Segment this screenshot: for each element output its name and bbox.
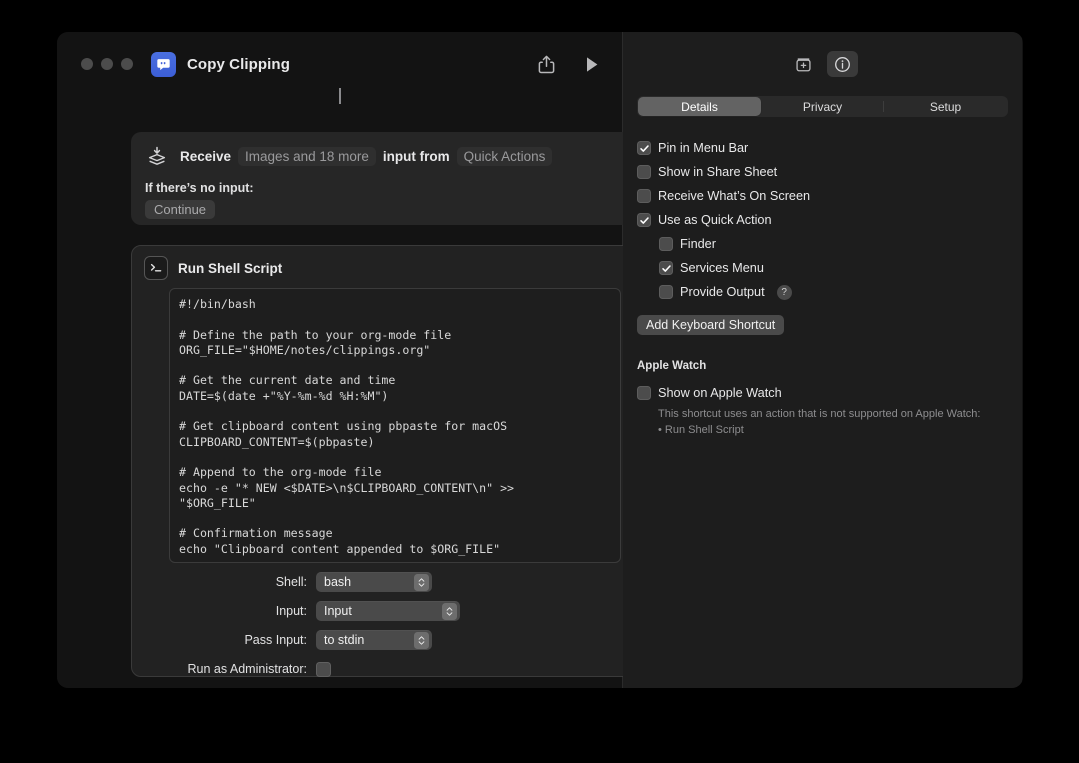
checkbox-icon bbox=[637, 165, 651, 179]
option-services-menu[interactable]: Services Menu bbox=[637, 256, 1008, 280]
share-icon[interactable] bbox=[534, 52, 558, 76]
no-input-label: If there’s no input: bbox=[145, 181, 254, 195]
editor-pane: Copy Clipping Receive Images and 18 more… bbox=[57, 32, 663, 688]
shortcuts-window: Copy Clipping Receive Images and 18 more… bbox=[57, 32, 1023, 688]
receive-connector: input from bbox=[382, 148, 450, 164]
apple-watch-note: This shortcut uses an action that is not… bbox=[637, 407, 1008, 438]
tab-privacy-label: Privacy bbox=[802, 99, 843, 114]
help-icon[interactable]: ? bbox=[776, 284, 792, 300]
checkbox-icon bbox=[659, 237, 673, 251]
checkbox-icon bbox=[659, 285, 673, 299]
insertion-caret bbox=[339, 88, 341, 104]
option-label: Provide Output bbox=[680, 285, 765, 299]
run-shell-script-card[interactable]: Run Shell Script #!/bin/bash # Define th… bbox=[131, 245, 663, 677]
shell-options-form: Shell: bash Input: Input Pass Input: to … bbox=[132, 568, 664, 684]
option-show-on-apple-watch[interactable]: Show on Apple Watch bbox=[637, 381, 1008, 405]
shell-field-label: Shell: bbox=[275, 575, 307, 589]
pass-input-field-label: Pass Input: bbox=[244, 633, 307, 647]
checkbox-icon bbox=[637, 189, 651, 203]
play-icon[interactable] bbox=[580, 52, 604, 76]
tab-setup-label: Setup bbox=[929, 99, 962, 114]
input-select[interactable]: Input bbox=[316, 601, 460, 621]
apple-watch-note-line1: This shortcut uses an action that is not… bbox=[658, 408, 981, 420]
add-action-icon[interactable] bbox=[788, 51, 819, 77]
traffic-lights bbox=[81, 58, 133, 70]
zoom-button[interactable] bbox=[121, 58, 133, 70]
option-use-as-quick-action[interactable]: Use as Quick Action bbox=[637, 208, 1008, 232]
input-field-label: Input: bbox=[275, 604, 307, 618]
option-label: Show in Share Sheet bbox=[658, 165, 778, 179]
pass-input-field-row: Pass Input: to stdin bbox=[132, 626, 664, 654]
add-keyboard-shortcut-button[interactable]: Add Keyboard Shortcut bbox=[637, 315, 785, 335]
option-receive-whats-on-screen[interactable]: Receive What’s On Screen bbox=[637, 184, 1008, 208]
run-as-administrator-row: Run as Administrator: bbox=[132, 655, 664, 683]
page-title: Copy Clipping bbox=[187, 55, 290, 73]
receive-action-card[interactable]: Receive Images and 18 more input from Qu… bbox=[131, 132, 659, 225]
shell-select-value: bash bbox=[324, 575, 352, 589]
checkbox-icon bbox=[637, 386, 651, 400]
close-button[interactable] bbox=[81, 58, 93, 70]
option-label: Pin in Menu Bar bbox=[658, 141, 749, 155]
receive-source-pill[interactable]: Quick Actions bbox=[456, 146, 553, 166]
pass-input-select[interactable]: to stdin bbox=[316, 630, 432, 650]
shell-field-row: Shell: bash bbox=[132, 568, 664, 596]
option-finder[interactable]: Finder bbox=[637, 232, 1008, 256]
checkbox-checked-icon bbox=[659, 261, 673, 275]
info-circle-icon[interactable] bbox=[826, 51, 858, 77]
tab-privacy[interactable]: Privacy bbox=[761, 97, 884, 116]
run-as-administrator-checkbox[interactable] bbox=[316, 661, 331, 677]
chevron-updown-icon bbox=[414, 631, 429, 649]
option-label: Services Menu bbox=[680, 261, 764, 275]
chevron-updown-icon bbox=[414, 573, 429, 591]
receive-types-pill[interactable]: Images and 18 more bbox=[238, 146, 376, 166]
tab-setup[interactable]: Setup bbox=[884, 97, 1007, 116]
run-as-administrator-label: Run as Administrator: bbox=[187, 662, 308, 676]
receive-verb: Receive bbox=[180, 148, 232, 164]
titlebar-actions bbox=[534, 32, 604, 96]
script-editor[interactable]: #!/bin/bash # Define the path to your or… bbox=[169, 288, 621, 563]
terminal-icon bbox=[144, 256, 168, 280]
shell-card-header: Run Shell Script bbox=[144, 256, 650, 280]
tab-details[interactable]: Details bbox=[638, 97, 761, 116]
no-input-value-pill[interactable]: Continue bbox=[145, 200, 216, 219]
option-label: Receive What’s On Screen bbox=[658, 189, 811, 203]
shell-select[interactable]: bash bbox=[316, 572, 432, 592]
input-field-row: Input: Input bbox=[132, 597, 664, 625]
tab-details-label: Details bbox=[681, 99, 718, 114]
apple-watch-section-header: Apple Watch bbox=[637, 360, 707, 372]
option-label: Use as Quick Action bbox=[658, 213, 772, 227]
chevron-updown-icon bbox=[442, 602, 457, 620]
speech-bubble-icon bbox=[151, 51, 176, 77]
receive-row: Receive Images and 18 more input from Qu… bbox=[145, 144, 645, 168]
shell-card-title: Run Shell Script bbox=[178, 260, 283, 276]
pass-input-select-value: to stdin bbox=[324, 633, 365, 647]
apple-watch-note-line2: • Run Shell Script bbox=[658, 423, 744, 436]
option-label: Finder bbox=[680, 237, 716, 251]
option-pin-in-menu-bar[interactable]: Pin in Menu Bar bbox=[637, 136, 1008, 160]
script-source-text: #!/bin/bash # Define the path to your or… bbox=[179, 297, 515, 556]
option-show-in-share-sheet[interactable]: Show in Share Sheet bbox=[637, 160, 1008, 184]
option-label: Show on Apple Watch bbox=[658, 386, 782, 400]
minimize-button[interactable] bbox=[101, 58, 113, 70]
receive-layers-icon bbox=[145, 144, 169, 168]
checkbox-checked-icon bbox=[637, 141, 651, 155]
window-titlebar: Copy Clipping bbox=[57, 32, 622, 96]
inspector-toolbar bbox=[637, 32, 1008, 96]
inspector-pane: Details Privacy Setup Pin in Menu Bar Sh… bbox=[623, 32, 1022, 688]
inspector-tabbar: Details Privacy Setup bbox=[637, 96, 1008, 117]
checkbox-checked-icon bbox=[637, 213, 651, 227]
option-provide-output[interactable]: Provide Output ? bbox=[637, 280, 1008, 304]
input-select-value: Input bbox=[324, 604, 352, 618]
details-options-list: Pin in Menu Bar Show in Share Sheet Rece… bbox=[637, 136, 1008, 304]
